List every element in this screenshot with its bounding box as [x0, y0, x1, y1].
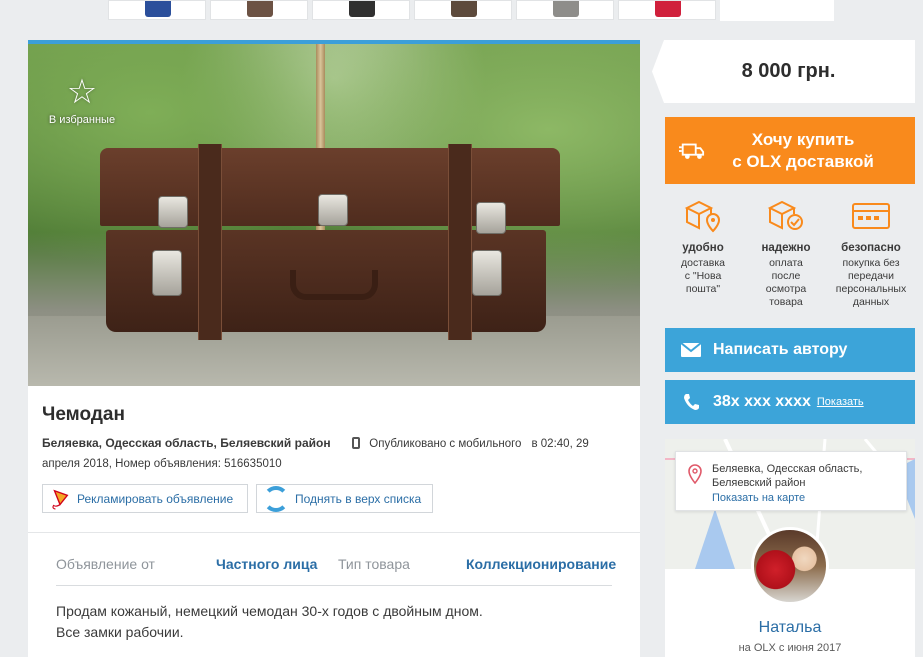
promote-ad-label: Рекламировать объявление	[77, 491, 234, 506]
refresh-icon	[263, 485, 289, 512]
promote-ad-button[interactable]: Рекламировать объявление	[42, 484, 248, 513]
ad-description: Продам кожаный, немецкий чемодан 30-х го…	[56, 601, 616, 643]
param-type-value[interactable]: Коллекционирование	[466, 556, 616, 572]
raise-ad-button[interactable]: Поднять в верх списка	[256, 484, 433, 513]
suitcase-strap	[198, 144, 222, 340]
suitcase-thumbnail-image	[451, 1, 477, 17]
feature-title: безопасно	[841, 242, 901, 254]
show-on-map-link[interactable]: Показать на карте	[712, 492, 805, 504]
param-type-label: Тип товара	[338, 556, 410, 572]
feature-convenient: удобно доставка с "Нова пошта"	[660, 198, 746, 296]
box-check-icon	[767, 200, 803, 230]
ad-params: Объявление от Частного лица Тип товара К…	[56, 550, 616, 586]
seller-name[interactable]: Натальа	[665, 619, 915, 637]
raise-ad-label: Поднять в верх списка	[295, 491, 422, 506]
suitcase-strap	[448, 144, 472, 340]
thumbnail[interactable]	[516, 0, 614, 20]
description-line: Все замки рабочии.	[56, 624, 184, 640]
feature-safe: безопасно покупка без передачи персональ…	[828, 198, 914, 309]
divider	[28, 532, 640, 533]
suitcase-handle	[290, 270, 378, 300]
suitcase-latch	[476, 202, 506, 234]
suitcase-thumbnail-image	[553, 1, 579, 17]
suitcase-latch	[158, 196, 188, 228]
thumbnail-spacer	[720, 0, 834, 21]
published-time: в 02:40, 29	[531, 438, 589, 450]
thumbnail[interactable]	[210, 0, 308, 20]
feature-title: удобно	[682, 242, 724, 254]
suitcase-lock	[472, 250, 502, 296]
location-pin-icon	[688, 464, 702, 484]
seller-card: Беляевка, Одесская область, Беляевский р…	[665, 439, 915, 657]
location-popup: Беляевка, Одесская область, Беляевский р…	[675, 451, 907, 511]
param-from-value[interactable]: Частного лица	[216, 556, 317, 572]
buy-with-delivery-label: Хочу купить с OLX доставкой	[732, 129, 874, 171]
ad-photo[interactable]: ☆ В избранные	[28, 44, 640, 386]
published-mobile: Опубликовано с мобильного	[369, 438, 522, 450]
phone-icon	[681, 393, 701, 411]
buy-with-delivery-button[interactable]: Хочу купить с OLX доставкой	[665, 117, 915, 184]
price-tag: 8 000 грн.	[652, 40, 915, 103]
ad-meta: Беляевка, Одесская область, Беляевский р…	[42, 434, 622, 474]
suitcase-latch	[318, 194, 348, 226]
phone-number: 38х ххх хххх	[713, 393, 811, 410]
thumbnail[interactable]	[414, 0, 512, 20]
ad-title: Чемодан	[42, 404, 125, 425]
thumbnail-strip	[108, 0, 836, 21]
published-date-and-id: апреля 2018, Номер объявления: 516635010	[42, 458, 282, 470]
mobile-phone-icon	[351, 437, 360, 449]
card-icon	[852, 203, 890, 229]
message-author-label: Написать автору	[713, 341, 848, 358]
feature-desc: оплата после осмотра товара	[765, 257, 807, 308]
feature-reliable: надежно оплата после осмотра товара	[743, 198, 829, 309]
suitcase-lock	[152, 250, 182, 296]
thumbnail[interactable]	[312, 0, 410, 20]
favorite-button[interactable]: ☆ В избранные	[42, 74, 122, 126]
feature-desc: доставка с "Нова пошта"	[681, 257, 725, 295]
kite-icon	[52, 489, 69, 510]
feature-desc: покупка без передачи персональных данных	[835, 257, 907, 308]
avatar[interactable]	[751, 527, 829, 605]
box-location-icon	[684, 200, 721, 233]
delivery-truck-icon	[679, 143, 705, 159]
param-from-label: Объявление от	[56, 556, 155, 572]
envelope-icon	[681, 343, 701, 357]
feature-title: надежно	[761, 242, 811, 254]
description-line: Продам кожаный, немецкий чемодан 30-х го…	[56, 603, 483, 619]
seller-location: Беляевка, Одесская область, Беляевский р…	[712, 463, 863, 489]
star-icon: ☆	[66, 73, 98, 111]
suitcase-thumbnail-image	[349, 1, 375, 17]
show-phone-button[interactable]: 38х ххх хххх Показать	[665, 380, 915, 424]
seller-since: на OLX с июня 2017	[738, 642, 842, 654]
suitcase-thumbnail-image	[655, 1, 681, 17]
thumbnail[interactable]	[618, 0, 716, 20]
favorite-label: В избранные	[48, 114, 116, 126]
message-author-button[interactable]: Написать автору	[665, 328, 915, 372]
ad-location: Беляевка, Одесская область, Беляевский р…	[42, 436, 331, 450]
show-phone-link[interactable]: Показать	[817, 396, 864, 408]
price: 8 000 грн.	[741, 60, 836, 82]
ad-card: ☆ В избранные Чемодан Беляевка, Одесская…	[28, 40, 640, 657]
suitcase-thumbnail-image	[145, 1, 171, 17]
suitcase-thumbnail-image	[247, 1, 273, 17]
thumbnail[interactable]	[108, 0, 206, 20]
